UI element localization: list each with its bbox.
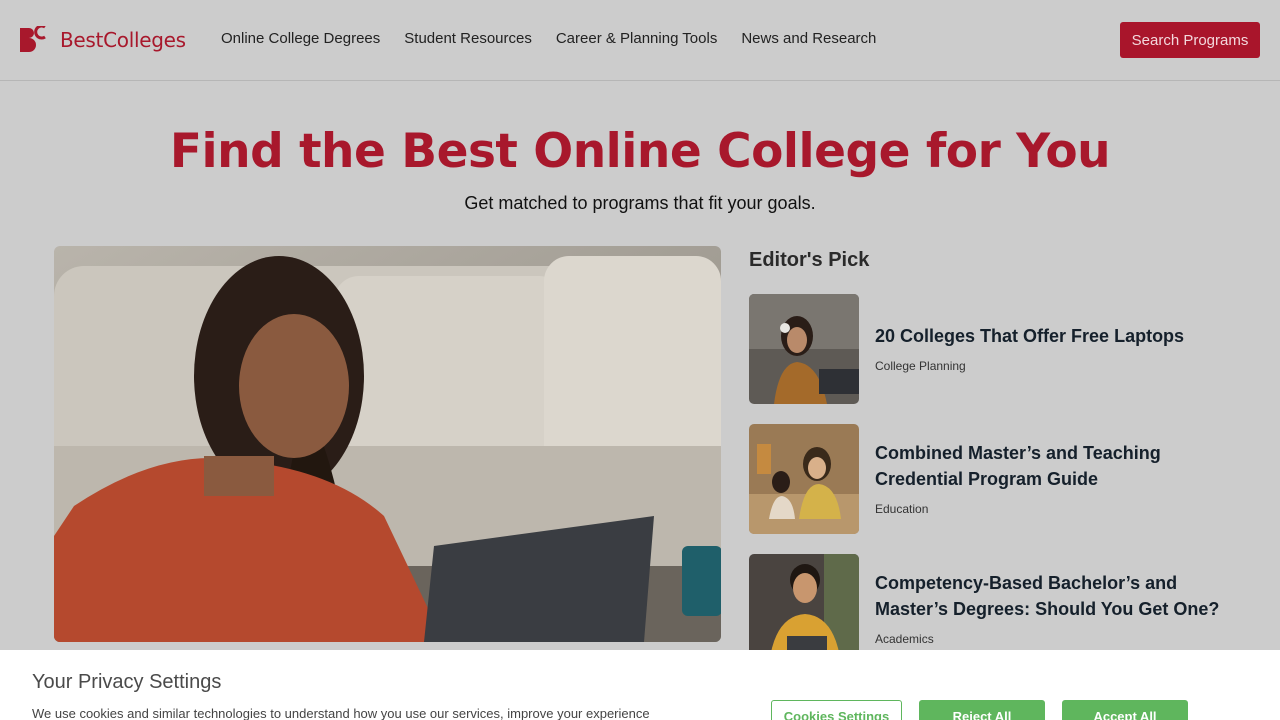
article-thumbnail[interactable] — [749, 554, 859, 664]
article-card[interactable]: Competency-Based Bachelor’s and Master’s… — [749, 554, 1249, 664]
accept-all-button[interactable]: Accept All — [1062, 700, 1188, 720]
search-programs-button[interactable]: Search Programs — [1120, 22, 1260, 58]
article-card[interactable]: 20 Colleges That Offer Free Laptops Coll… — [749, 294, 1249, 404]
cookie-banner-title: Your Privacy Settings — [32, 671, 222, 693]
nav-career-planning-tools[interactable]: Career & Planning Tools — [556, 30, 717, 47]
page-subtitle: Get matched to programs that fit your go… — [464, 193, 816, 213]
cookies-settings-button[interactable]: Cookies Settings — [771, 700, 902, 720]
editors-pick-heading: Editor's Pick — [749, 249, 870, 271]
bestcolleges-logo[interactable]: BestColleges — [20, 26, 186, 56]
logo-text: BestColleges — [60, 28, 186, 52]
thumbnail-photo — [749, 424, 859, 534]
nav-news-and-research[interactable]: News and Research — [741, 30, 876, 47]
logo-mark-icon — [20, 26, 46, 52]
article-title[interactable]: Competency-Based Bachelor’s and Master’s… — [875, 570, 1247, 622]
article-category: Academics — [875, 632, 934, 646]
cookie-banner-text: We use cookies and similar technologies … — [32, 706, 650, 720]
article-thumbnail[interactable] — [749, 294, 859, 404]
article-card[interactable]: Combined Master’s and Teaching Credentia… — [749, 424, 1249, 534]
article-category: Education — [875, 502, 929, 516]
article-title[interactable]: 20 Colleges That Offer Free Laptops — [875, 323, 1245, 349]
main-nav: Online College Degrees Student Resources… — [221, 30, 900, 47]
thumbnail-photo — [749, 294, 859, 404]
article-thumbnail[interactable] — [749, 424, 859, 534]
thumbnail-photo — [749, 554, 859, 664]
nav-student-resources[interactable]: Student Resources — [404, 30, 532, 47]
featured-photo — [54, 246, 721, 642]
cookie-banner: Your Privacy Settings We use cookies and… — [0, 650, 1280, 720]
page-title: Find the Best Online College for You — [169, 124, 1111, 179]
site-header: BestColleges Online College Degrees Stud… — [0, 0, 1280, 81]
reject-all-button[interactable]: Reject All — [919, 700, 1045, 720]
nav-online-college-degrees[interactable]: Online College Degrees — [221, 30, 380, 47]
article-title[interactable]: Combined Master’s and Teaching Credentia… — [875, 440, 1245, 492]
featured-article-image[interactable] — [54, 246, 721, 642]
article-category: College Planning — [875, 359, 966, 373]
